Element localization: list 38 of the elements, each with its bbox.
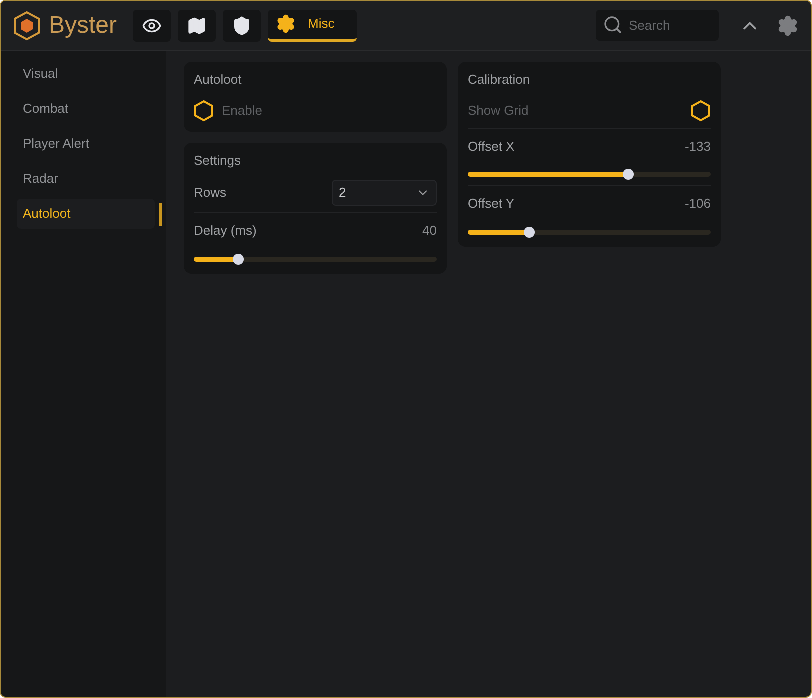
search-field[interactable]: Search: [596, 10, 719, 41]
rows-dropdown[interactable]: 2: [332, 180, 437, 206]
sidebar-item[interactable]: Radar: [17, 164, 155, 194]
sidebar-item[interactable]: Combat: [17, 94, 155, 124]
card-title: Autoloot: [194, 71, 243, 89]
app-name: Byster: [49, 10, 118, 40]
slider-track[interactable]: [468, 230, 711, 234]
slider-label: Offset Y: [468, 195, 514, 213]
slider-value: -133: [684, 138, 711, 156]
sidebar-item[interactable]: Visual: [17, 59, 155, 89]
slider-thumb[interactable]: [623, 169, 634, 180]
slider-label: Delay (ms): [194, 222, 257, 240]
slider-value: 40: [422, 222, 437, 240]
field-label: Rows: [194, 184, 227, 202]
checkbox-label: Show Grid: [468, 102, 529, 120]
logo-icon: [13, 10, 41, 40]
slider-label: Offset X: [468, 138, 515, 156]
hexagon-checkbox[interactable]: [691, 100, 711, 122]
card-title: Calibration: [468, 71, 532, 89]
slider-thumb[interactable]: [524, 226, 535, 238]
toolbar-tab[interactable]: [133, 10, 172, 42]
map-icon: [187, 16, 208, 36]
checkbox-label: Enable: [222, 102, 262, 120]
settings-icon[interactable]: [777, 14, 799, 36]
hexagon-checkbox[interactable]: [194, 100, 214, 122]
toolbar-tab[interactable]: [223, 10, 262, 42]
slider-track[interactable]: [468, 172, 711, 177]
sidebar-item[interactable]: Player Alert: [17, 129, 155, 159]
toolbar-tab[interactable]: Misc: [268, 10, 358, 42]
slider-thumb[interactable]: [232, 254, 244, 264]
slider-track[interactable]: [194, 256, 437, 262]
sidebar-item[interactable]: Autoloot: [17, 199, 155, 229]
gear-icon: [276, 14, 296, 34]
shield-icon: [232, 16, 252, 36]
slider-value: -106: [684, 195, 711, 213]
search-icon: [603, 15, 623, 35]
card-title: Settings: [194, 152, 242, 170]
toolbar-tab[interactable]: [178, 10, 216, 42]
